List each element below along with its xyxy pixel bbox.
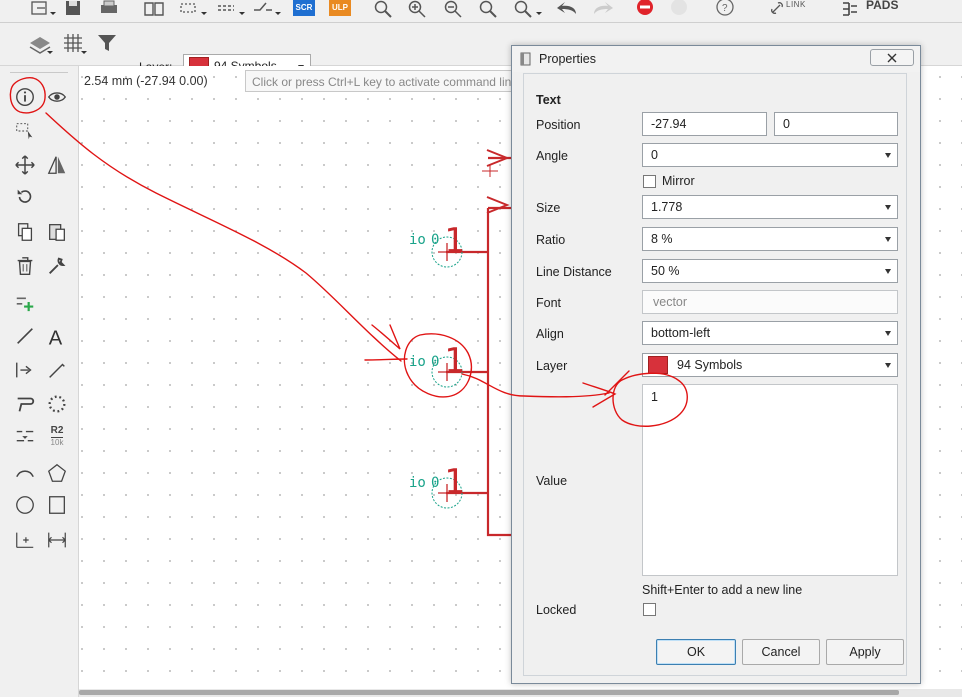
angle-select[interactable]: 0 [642,143,898,167]
font-field: vector [642,290,898,314]
chevron-down-icon [885,153,891,158]
locked-label: Locked [536,603,577,617]
pin-value-text: 1 [444,221,464,261]
chevron-down-icon [885,331,891,336]
section-heading: Text [536,93,561,107]
ok-button[interactable]: OK [656,639,736,665]
properties-dialog: Properties Text Position -27.94 0 Angle … [511,45,921,684]
position-y-input[interactable]: 0 [774,112,898,136]
pin-name-label: io [409,354,426,370]
chevron-down-icon [885,269,891,274]
pin-name-label: io [409,475,426,491]
line-distance-label: Line Distance [536,265,612,279]
chevron-down-icon [885,363,891,368]
pin-value-text: 1 [444,462,464,502]
layer-color-swatch [648,356,668,374]
cancel-button[interactable]: Cancel [742,639,820,665]
ratio-value: 8 % [651,232,673,246]
document-icon [520,52,531,66]
dialog-content: Text Position -27.94 0 Angle 0 Mirror Si… [523,73,907,676]
position-x-input[interactable]: -27.94 [642,112,767,136]
ratio-label: Ratio [536,233,566,247]
size-label: Size [536,201,561,215]
mirror-checkbox[interactable] [643,175,656,188]
value-hint: Shift+Enter to add a new line [642,583,803,597]
align-select[interactable]: bottom-left [642,321,898,345]
line-distance-select[interactable]: 50 % [642,259,898,283]
dialog-title: Properties [539,52,596,66]
size-select[interactable]: 1.778 [642,195,898,219]
close-button[interactable] [870,49,914,66]
pin-value-text: 1 [444,341,464,381]
angle-label: Angle [536,149,568,163]
pin-pad-label: 0 [431,475,439,491]
pin-pad-label: 0 [431,354,439,370]
size-value: 1.778 [651,200,683,214]
pin-symbol[interactable]: io 0 1 [409,462,464,509]
layer-dropdown[interactable]: 94 Symbols [642,353,898,377]
chevron-down-icon [885,205,891,210]
position-label: Position [536,118,581,132]
align-label: Align [536,327,564,341]
line-distance-value: 50 % [651,264,680,278]
value-label: Value [536,474,568,488]
close-icon [887,53,897,63]
dialog-titlebar[interactable]: Properties [512,46,920,72]
font-label: Font [536,296,562,310]
mirror-label: Mirror [662,174,695,188]
align-value: bottom-left [651,326,711,340]
pin-symbol[interactable]: io 0 1 [409,221,464,268]
pin-symbol[interactable]: io 0 1 [409,341,464,388]
chevron-down-icon [885,237,891,242]
locked-checkbox[interactable] [643,603,656,616]
angle-value: 0 [651,148,658,162]
value-textarea[interactable]: 1 [642,384,898,576]
layer-dropdown-value: 94 Symbols [677,358,743,372]
pin-pad-label: 0 [431,232,439,248]
pin-name-label: io [409,232,426,248]
apply-button[interactable]: Apply [826,639,904,665]
layer-field-label: Layer [536,359,568,373]
ratio-select[interactable]: 8 % [642,227,898,251]
connector-chevrons [482,149,510,214]
